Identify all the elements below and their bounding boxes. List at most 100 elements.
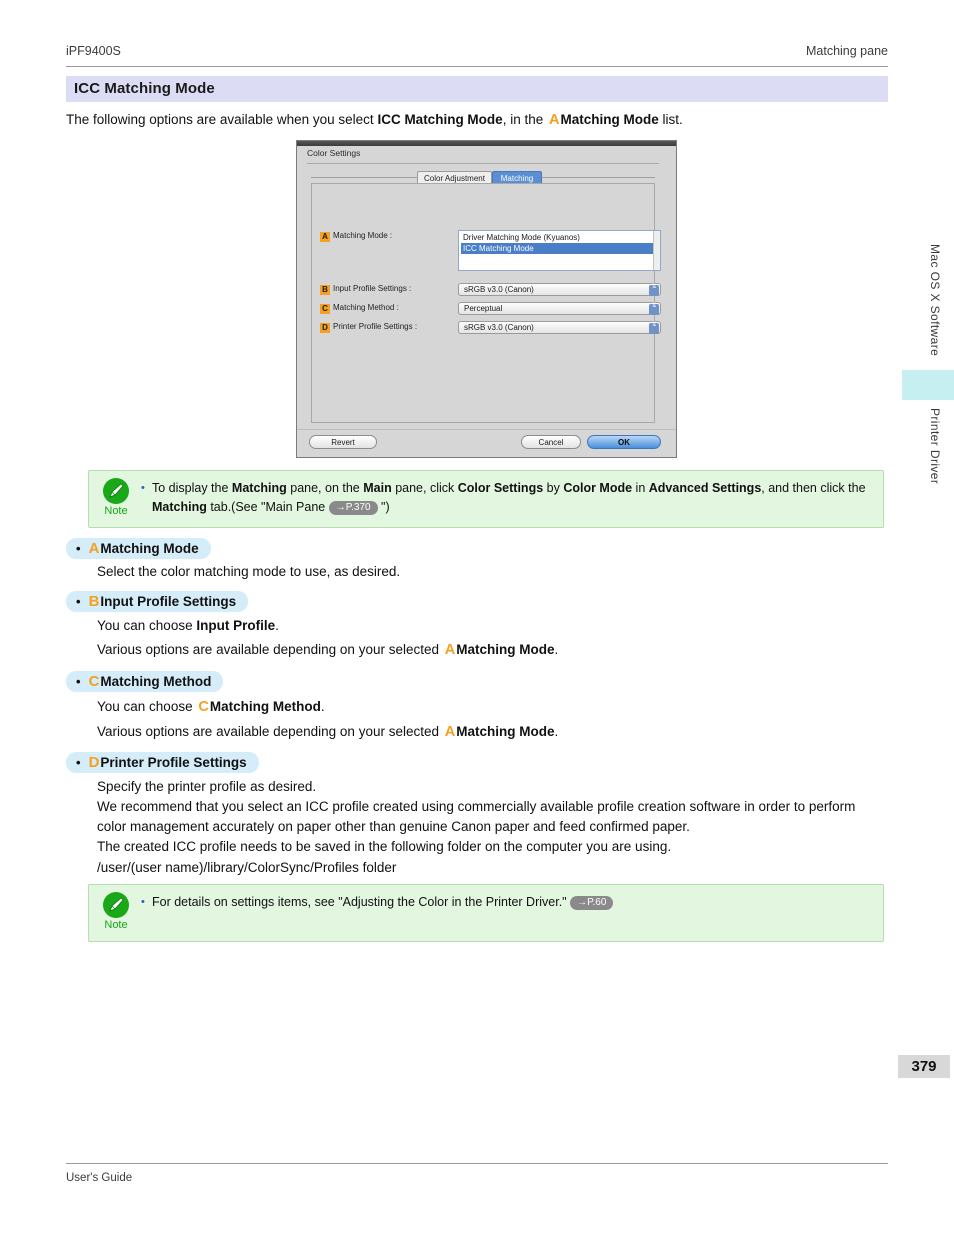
header-model-name: iPF9400S: [66, 44, 121, 58]
b-color-settings: Color Settings: [457, 481, 544, 495]
section-d-paragraph-1: Specify the printer profile as desired.: [97, 777, 887, 797]
t1: To display the: [152, 481, 232, 495]
bullet-dot: •: [76, 674, 81, 689]
note-bottom-body: • For details on settings items, see "Ad…: [141, 893, 871, 912]
sb-t2: .: [275, 618, 279, 633]
matching-mode-listbox[interactable]: Driver Matching Mode (Kyuanos) ICC Match…: [458, 230, 661, 271]
dialog-panel: A Matching Mode : Driver Matching Mode (K…: [311, 183, 661, 423]
sc-t4: .: [554, 724, 559, 739]
dialog-marker-c: C: [320, 304, 330, 314]
b-main: Main: [363, 481, 392, 495]
pencil-glyph: [109, 897, 124, 912]
bullet-dot: •: [76, 594, 81, 609]
sd-t1: Specify the printer profile as desired.: [97, 779, 317, 794]
section-marker-c: C: [88, 673, 100, 690]
label-printer-profile-settings: D Printer Profile Settings :: [320, 322, 417, 333]
sc-marker-a: A: [444, 724, 456, 740]
label-input-profile-settings-text: Input Profile Settings :: [333, 284, 412, 293]
bullet-dot: •: [76, 755, 81, 770]
bullet-dot: •: [76, 541, 81, 556]
intro-text-part1: The following options are available when…: [66, 112, 378, 127]
dialog-footer-divider: [297, 429, 676, 430]
section-d-paragraph-2: We recommend that you select an ICC prof…: [97, 797, 887, 836]
section-heading-printer-profile-settings: • DPrinter Profile Settings: [66, 752, 259, 773]
section-c-paragraph-1: You can choose CMatching Method.: [97, 697, 887, 718]
label-input-profile-settings: B Input Profile Settings :: [320, 284, 411, 295]
note-pencil-icon: [103, 478, 129, 504]
section-marker-a: A: [88, 540, 100, 557]
label-printer-profile-settings-text: Printer Profile Settings :: [333, 322, 418, 331]
matching-method-value: Perceptual: [464, 304, 503, 313]
dialog-marker-b: B: [320, 285, 330, 295]
matching-method-dropdown[interactable]: Perceptual ⇅: [458, 302, 661, 315]
chevron-updown-icon: ⇅: [649, 303, 659, 315]
b-color-mode: Color Mode: [563, 481, 633, 495]
intro-bold-icc-matching-mode: ICC Matching Mode: [377, 112, 503, 127]
intro-text-part3: list.: [658, 112, 683, 127]
chevron-updown-icon: ⇅: [649, 322, 659, 334]
section-heading-input-profile-settings: • BInput Profile Settings: [66, 591, 249, 612]
note-icon-group: Note: [101, 892, 131, 932]
page-title-band: ICC Matching Mode: [66, 76, 888, 102]
sc-b2: Matching Mode: [456, 724, 555, 739]
intro-paragraph: The following options are available when…: [66, 110, 888, 130]
footer-divider: [66, 1163, 888, 1164]
listbox-scrollbar[interactable]: [653, 231, 660, 270]
section-c-paragraph-2: Various options are available depending …: [97, 722, 887, 743]
sb-b1: Input Profile: [196, 618, 276, 633]
section-heading-matching-method: • CMatching Method: [66, 671, 224, 692]
section-a-paragraph-1: Select the color matching mode to use, a…: [97, 562, 887, 582]
list-item-icc-matching-mode[interactable]: ICC Matching Mode: [461, 243, 655, 254]
b-matching-tab: Matching: [152, 500, 207, 514]
section-marker-d: D: [88, 754, 100, 771]
note-bottom-text: For details on settings items, see "Adju…: [141, 893, 871, 912]
cancel-button[interactable]: Cancel: [521, 435, 581, 449]
side-tab-mac-os-x-software[interactable]: Mac OS X Software: [928, 244, 942, 356]
note-box-bottom: Note • For details on settings items, se…: [88, 884, 884, 942]
ok-button[interactable]: OK: [587, 435, 661, 449]
page-reference-p60[interactable]: →P.60: [570, 896, 614, 910]
page-header: iPF9400S Matching pane: [66, 44, 888, 67]
side-tab-printer-driver[interactable]: Printer Driver: [928, 408, 942, 484]
pencil-glyph: [109, 483, 124, 498]
note-top-text: To display the Matching pane, on the Mai…: [141, 479, 871, 517]
note-icon-group: Note: [101, 478, 131, 518]
sb-t1: You can choose: [97, 618, 197, 633]
sc-marker-c: C: [198, 699, 209, 715]
sc-t2: .: [320, 699, 325, 714]
t2: pane, on the: [286, 481, 364, 495]
note-bullet: •: [141, 482, 145, 494]
sd-t2: We recommend that you select an ICC prof…: [97, 799, 856, 834]
sb-t3: Various options are available depending …: [97, 642, 443, 657]
dialog-titlebar: [297, 141, 676, 146]
note-top-body: • To display the Matching pane, on the M…: [141, 479, 871, 517]
sb-marker-a: A: [444, 642, 456, 658]
page-title: ICC Matching Mode: [74, 80, 215, 97]
nb-t1: For details on settings items, see "Adju…: [152, 895, 571, 909]
chevron-updown-icon: ⇅: [649, 284, 659, 296]
t6: , and then click: [761, 481, 845, 495]
section-b-paragraph-2: Various options are available depending …: [97, 640, 887, 661]
page-reference-p370[interactable]: →P.370: [328, 501, 378, 515]
sc-b1: Matching Method: [209, 699, 321, 714]
label-matching-method-text: Matching Method :: [333, 303, 399, 312]
t7: the: [848, 481, 866, 495]
section-b-paragraph-1: You can choose Input Profile.: [97, 616, 887, 636]
input-profile-settings-dropdown[interactable]: sRGB v3.0 (Canon) ⇅: [458, 283, 661, 296]
intro-text-part2: , in the: [502, 112, 547, 127]
color-settings-dialog-screenshot: Color Settings Color Adjustment Matching…: [296, 140, 677, 458]
section-heading-b-text: Input Profile Settings: [100, 594, 237, 609]
section-heading-c-text: Matching Method: [100, 674, 212, 689]
revert-button[interactable]: Revert: [309, 435, 377, 449]
note-box-top: Note • To display the Matching pane, on …: [88, 470, 884, 528]
t8: tab.(See "Main Pane: [206, 500, 329, 514]
intro-bold-matching-mode: Matching Mode: [560, 112, 659, 127]
sc-t3: Various options are available depending …: [97, 724, 443, 739]
list-item-driver-matching-mode[interactable]: Driver Matching Mode (Kyuanos): [461, 232, 655, 243]
dialog-title: Color Settings: [307, 148, 361, 158]
note-label: Note: [104, 919, 128, 931]
footer-label: User's Guide: [66, 1172, 133, 1184]
printer-profile-settings-dropdown[interactable]: sRGB v3.0 (Canon) ⇅: [458, 321, 661, 334]
b-matching: Matching: [231, 481, 287, 495]
section-heading-matching-mode: • AMatching Mode: [66, 538, 211, 559]
